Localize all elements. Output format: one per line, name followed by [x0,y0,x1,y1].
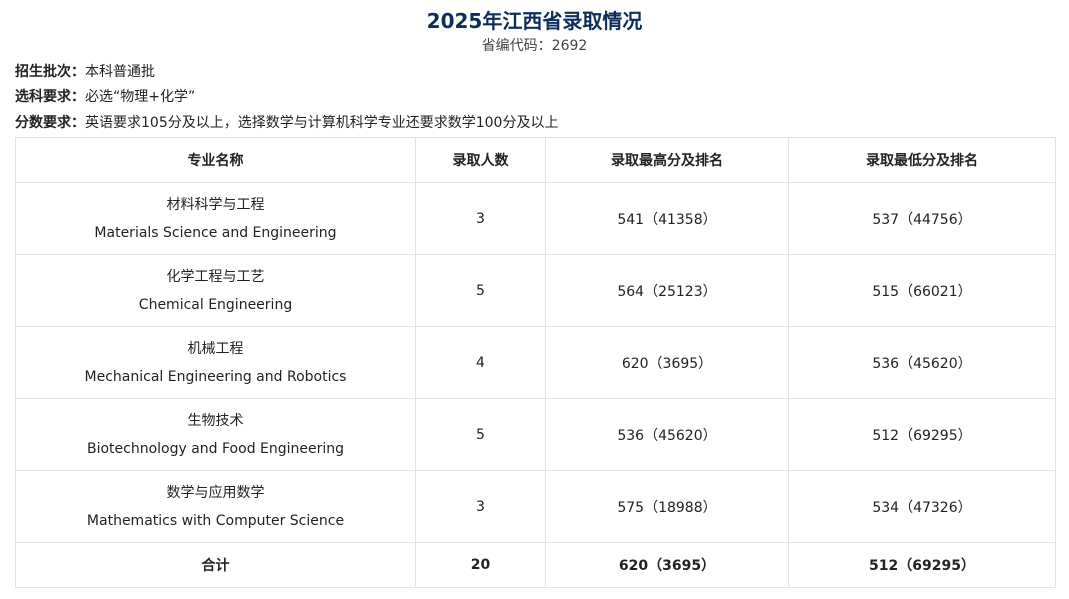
column-header-count: 录取人数 [415,137,546,183]
admission-table: 专业名称 录取人数 录取最高分及排名 录取最低分及排名 材料科学与工程 Mate… [15,137,1056,588]
max-score-cell: 620（3695） [545,326,789,399]
major-cell: 生物技术 Biotechnology and Food Engineering [15,398,416,471]
province-code: 省编代码：2692 [481,38,588,54]
table-total-row: 合计 20 620（3695） 512（69295） [15,542,1056,588]
count-cell: 3 [415,470,546,543]
info-subject: 选科要求：必选“物理+化学” [15,87,195,107]
info-subject-label: 选科要求： [15,89,85,105]
info-batch-value: 本科普通批 [85,64,155,80]
info-score: 分数要求：英语要求105分及以上，选择数学与计算机科学专业还要求数学100分及以… [15,113,558,133]
min-score-cell: 537（44756） [788,182,1056,255]
table-row: 材料科学与工程 Materials Science and Engineerin… [15,182,1056,255]
max-score-cell: 564（25123） [545,254,789,327]
page-title: 2025年江西省录取情况 [426,9,643,33]
major-cell: 数学与应用数学 Mathematics with Computer Scienc… [15,470,416,543]
column-header-max: 录取最高分及排名 [545,137,789,183]
major-cell: 机械工程 Mechanical Engineering and Robotics [15,326,416,399]
table-header-row: 专业名称 录取人数 录取最高分及排名 录取最低分及排名 [15,137,1056,183]
major-name-en: Biotechnology and Food Engineering [86,440,345,457]
table-row: 数学与应用数学 Mathematics with Computer Scienc… [15,470,1056,543]
total-max-score: 620（3695） [545,542,789,588]
total-count: 20 [415,542,546,588]
column-header-major: 专业名称 [15,137,416,183]
min-score-cell: 534（47326） [788,470,1056,543]
max-score-cell: 541（41358） [545,182,789,255]
total-min-score: 512（69295） [788,542,1056,588]
info-score-value: 英语要求105分及以上，选择数学与计算机科学专业还要求数学100分及以上 [85,115,559,131]
major-name-cn: 数学与应用数学 [166,484,265,501]
count-cell: 4 [415,326,546,399]
min-score-cell: 515（66021） [788,254,1056,327]
max-score-cell: 536（45620） [545,398,789,471]
major-cell: 化学工程与工艺 Chemical Engineering [15,254,416,327]
major-name-cn: 材料科学与工程 [166,196,265,213]
table-row: 化学工程与工艺 Chemical Engineering 5 564（25123… [15,254,1056,327]
info-score-label: 分数要求： [15,115,85,131]
major-cell: 材料科学与工程 Materials Science and Engineerin… [15,182,416,255]
table-row: 生物技术 Biotechnology and Food Engineering … [15,398,1056,471]
max-score-cell: 575（18988） [545,470,789,543]
major-name-en: Mechanical Engineering and Robotics [84,368,347,385]
major-name-cn: 机械工程 [187,340,244,357]
info-batch-label: 招生批次： [15,64,85,80]
major-name-en: Mathematics with Computer Science [86,512,345,529]
major-name-en: Chemical Engineering [138,296,293,313]
info-batch: 招生批次：本科普通批 [15,62,155,82]
info-subject-value: 必选“物理+化学” [85,89,196,105]
total-label: 合计 [15,542,416,588]
count-cell: 5 [415,398,546,471]
major-name-cn: 化学工程与工艺 [166,268,265,285]
count-cell: 5 [415,254,546,327]
major-name-en: Materials Science and Engineering [94,224,337,241]
min-score-cell: 536（45620） [788,326,1056,399]
major-name-cn: 生物技术 [187,412,244,429]
count-cell: 3 [415,182,546,255]
min-score-cell: 512（69295） [788,398,1056,471]
table-row: 机械工程 Mechanical Engineering and Robotics… [15,326,1056,399]
column-header-min: 录取最低分及排名 [788,137,1056,183]
